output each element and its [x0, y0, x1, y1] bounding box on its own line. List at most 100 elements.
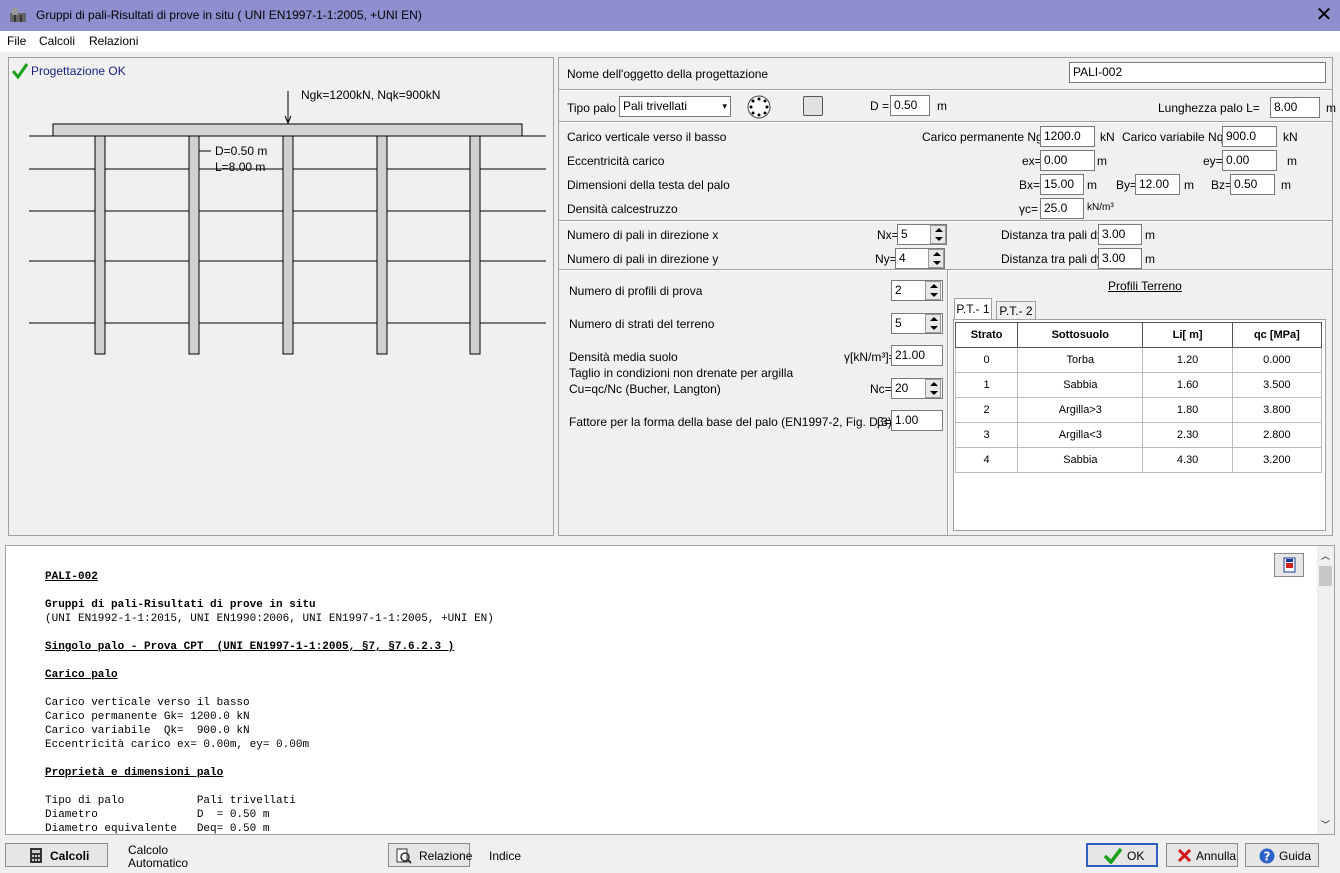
cell[interactable]: 0	[954, 347, 1019, 373]
gamma-c-unit: kN/m³	[1087, 202, 1114, 213]
guida-label: Guida	[1279, 849, 1312, 863]
relazione-button[interactable]: Relazione	[388, 843, 472, 867]
bz-field[interactable]: 0.50	[1230, 174, 1275, 195]
cell[interactable]: Argilla>3	[1017, 397, 1144, 423]
ex-field[interactable]: 0.00	[1040, 150, 1095, 171]
bx-field[interactable]: 15.00	[1040, 174, 1084, 195]
ny-spin-buttons[interactable]	[928, 249, 944, 268]
beta-text: Fattore per la forma della base del palo…	[569, 415, 892, 429]
menu-relazioni[interactable]: Relazioni	[89, 34, 138, 48]
profiles-table-container: Strato Sottosuolo Li[ m] qc [MPa] 0 Torba…	[953, 319, 1326, 531]
menu-calcoli[interactable]: Calcoli	[39, 34, 75, 48]
gamma-field[interactable]: 21.00	[891, 345, 943, 366]
dx-field[interactable]: 3.00	[1098, 224, 1142, 245]
table-row[interactable]: 0 Torba 1.20 0.000	[954, 347, 1323, 373]
cell[interactable]: 3.200	[1231, 447, 1323, 473]
cell[interactable]: 1	[954, 372, 1019, 398]
menu-file[interactable]: File	[7, 34, 26, 48]
object-name-label: Nome dell'oggetto della progettazione	[567, 67, 769, 81]
gamma-c-field[interactable]: 25.0	[1040, 198, 1084, 219]
nc-spin-buttons[interactable]	[925, 379, 941, 398]
report-line: Carico permanente Gk= 1200.0 kN	[45, 711, 250, 723]
scroll-down-icon[interactable]: ﹀	[1321, 818, 1330, 831]
bz-unit: m	[1281, 178, 1291, 192]
table-row[interactable]: 2 Argilla>3 1.80 3.800	[954, 397, 1323, 423]
vertical-load-label: Carico verticale verso il basso	[567, 130, 727, 144]
cell[interactable]: Argilla<3	[1017, 422, 1144, 448]
report-scrollbar[interactable]: ︿ ﹀	[1317, 546, 1334, 834]
close-button[interactable]: ✕	[1310, 2, 1338, 29]
perm-load-field[interactable]: 1200.0	[1040, 126, 1095, 147]
circular-section-icon[interactable]	[746, 94, 772, 120]
cell[interactable]: 1.60	[1142, 372, 1233, 398]
window-title: Gruppi di pali-Risultati di prove in sit…	[36, 8, 422, 22]
annulla-button[interactable]: Annulla	[1166, 843, 1238, 867]
object-name-field[interactable]: PALI-002	[1069, 62, 1326, 83]
beta-label: β=	[877, 415, 891, 429]
cell[interactable]: Torba	[1017, 347, 1144, 373]
var-load-unit: kN	[1283, 130, 1298, 144]
svg-text:?: ?	[1264, 850, 1271, 864]
chevron-down-icon: ▾	[722, 101, 727, 111]
soil-layers-table: Strato Sottosuolo Li[ m] qc [MPa] 0 Torba…	[954, 322, 1323, 473]
save-report-button[interactable]	[1274, 553, 1304, 577]
cell[interactable]: 0.000	[1231, 347, 1323, 373]
help-icon: ?	[1259, 848, 1275, 864]
col-qc: qc [MPa]	[1231, 322, 1323, 348]
by-field[interactable]: 12.00	[1135, 174, 1180, 195]
scroll-up-icon[interactable]: ︿	[1321, 549, 1330, 562]
eccentricity-label: Eccentricità carico	[567, 154, 665, 168]
var-load-field[interactable]: 900.0	[1222, 126, 1277, 147]
tab-profile-1[interactable]: P.T.- 1	[954, 298, 992, 320]
length-field[interactable]: 8.00	[1270, 97, 1320, 118]
profiles-count-label: Numero di profili di prova	[569, 284, 703, 298]
save-icon	[1283, 557, 1296, 573]
cell[interactable]: Sabbia	[1017, 372, 1144, 398]
ey-field[interactable]: 0.00	[1222, 150, 1277, 171]
calculator-icon	[30, 848, 42, 863]
beta-field[interactable]: 1.00	[891, 410, 943, 431]
pile-type-select[interactable]: Pali trivellati ▾	[619, 96, 731, 117]
layers-spin-buttons[interactable]	[925, 314, 941, 333]
table-row[interactable]: 3 Argilla<3 2.30 2.800	[954, 422, 1323, 448]
dy-label: Distanza tra pali dy=	[1001, 252, 1111, 266]
cell[interactable]: 3.800	[1231, 397, 1323, 423]
table-row[interactable]: 1 Sabbia 1.60 3.500	[954, 372, 1323, 398]
diameter-label: D=0.50 m	[215, 144, 268, 158]
cell[interactable]: 1.80	[1142, 397, 1233, 423]
cell[interactable]: 3.500	[1231, 372, 1323, 398]
calcoli-button[interactable]: Calcoli	[5, 843, 108, 867]
layers-count-label: Numero di strati del terreno	[569, 317, 715, 331]
indice-link[interactable]: Indice	[489, 849, 521, 863]
cell[interactable]: 2.800	[1231, 422, 1323, 448]
bz-label: Bz=	[1211, 178, 1233, 192]
cell[interactable]: 4	[954, 447, 1019, 473]
perm-load-unit: kN	[1100, 130, 1115, 144]
auto-calc-label-2: Automatico	[128, 856, 189, 870]
divider	[559, 269, 1332, 271]
profiles-spin-buttons[interactable]	[925, 281, 941, 300]
cell[interactable]: 2.30	[1142, 422, 1233, 448]
guida-button[interactable]: ? Guida	[1245, 843, 1319, 867]
scrollbar-thumb[interactable]	[1319, 566, 1332, 586]
cell[interactable]: 4.30	[1142, 447, 1233, 473]
length-unit: m	[1326, 101, 1336, 115]
report-viewer[interactable]: PALI-002 Gruppi di pali-Risultati di pro…	[5, 545, 1335, 835]
nx-spin-buttons[interactable]	[930, 225, 946, 244]
d-field[interactable]: 0.50	[890, 95, 930, 116]
ok-button[interactable]: OK	[1086, 843, 1158, 867]
var-load-label: Carico variabile Nq,k	[1122, 130, 1233, 144]
head-dimensions-label: Dimensioni della testa del palo	[567, 178, 730, 192]
menu-bar: File Calcoli Relazioni	[0, 31, 1340, 52]
tab-profile-2[interactable]: P.T.- 2	[996, 301, 1036, 319]
cell[interactable]: 3	[954, 422, 1019, 448]
cell[interactable]: 1.20	[1142, 347, 1233, 373]
length-label: L=8.00 m	[215, 160, 266, 174]
cell[interactable]: Sabbia	[1017, 447, 1144, 473]
dy-field[interactable]: 3.00	[1098, 248, 1142, 269]
table-row[interactable]: 4 Sabbia 4.30 3.200	[954, 447, 1323, 473]
report-line: Diametro equivalente Deq= 0.50 m	[45, 823, 270, 835]
square-section-button[interactable]	[803, 96, 823, 116]
dx-unit: m	[1145, 228, 1155, 242]
cell[interactable]: 2	[954, 397, 1019, 423]
